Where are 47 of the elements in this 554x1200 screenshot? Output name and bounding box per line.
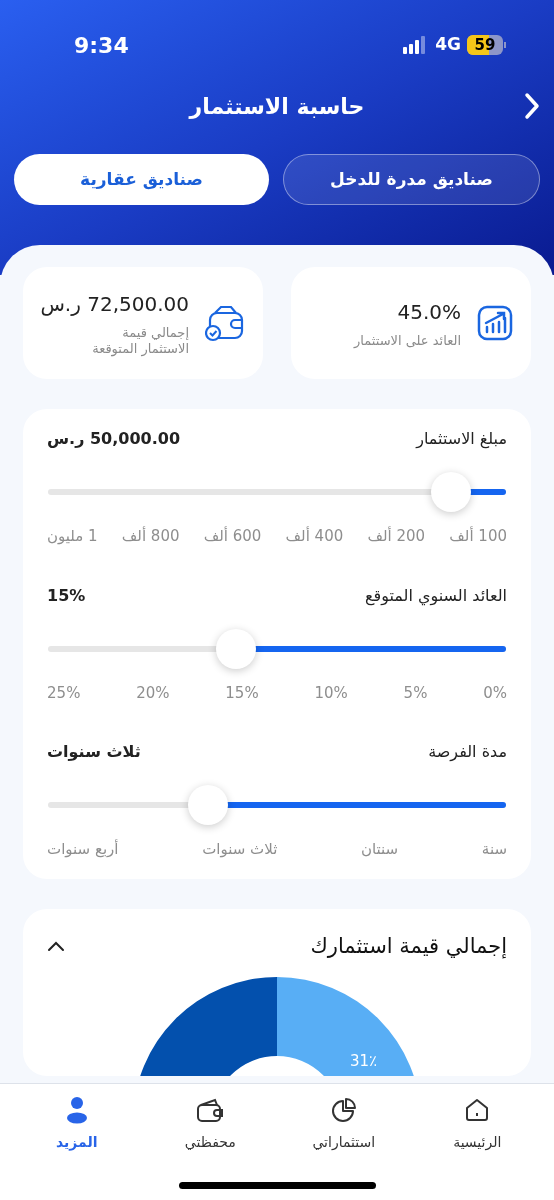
network-label: 4G <box>435 33 461 57</box>
tick-label: 100 ألف <box>449 525 507 547</box>
status-time: 9:34 <box>74 31 129 60</box>
wallet-check-icon <box>205 304 245 342</box>
tick-label: أربع سنوات <box>47 838 119 860</box>
slider-thumb[interactable] <box>431 472 472 512</box>
tick-label: 25% <box>47 682 81 704</box>
tick-label: ثلاث سنوات <box>202 839 278 860</box>
pie-chart-icon <box>330 1097 357 1123</box>
stat-value: 45.0% <box>396 299 461 326</box>
slider-value: 15% <box>47 584 86 607</box>
nav-tab[interactable]: محفظتي <box>155 1096 266 1153</box>
screen-title: حاسبة الاستثمار <box>189 92 365 121</box>
tab[interactable]: صناديق مدرة للدخل <box>283 154 540 205</box>
slider-label: مدة الفرصة <box>428 741 507 764</box>
tick-label: 600 ألف <box>203 525 262 547</box>
tick-label: 200 ألف <box>367 525 426 547</box>
slider-value: ثلاث سنوات <box>47 741 141 763</box>
slider-label: العائد السنوي المتوقع <box>365 584 507 608</box>
slider-thumb[interactable] <box>188 785 229 825</box>
tick-label: 15% <box>225 682 259 704</box>
stat-label: العائد على الاستثمار <box>354 333 461 349</box>
slider-value: 50,000.00 ر.س <box>47 428 181 450</box>
stat-label: إجمالي قيمة الاستثمار المتوقعة <box>91 325 189 357</box>
tick-label: 800 ألف <box>121 525 180 547</box>
tick-label: 5% <box>403 682 428 704</box>
slice-label: 31٪ <box>350 1051 378 1072</box>
chevron-up-icon[interactable] <box>47 940 65 953</box>
nav-tab[interactable]: المزيد <box>21 1096 132 1153</box>
nav-tab[interactable]: الرئيسية <box>422 1096 533 1153</box>
tick-label: سنة <box>481 839 507 860</box>
card-title: إجمالي قيمة استثمارك <box>310 932 507 961</box>
nav-tab[interactable]: استثماراتي <box>288 1096 399 1153</box>
tick-label: 0% <box>483 682 507 704</box>
home-icon <box>464 1097 491 1123</box>
slider-label: مبلغ الاستثمار <box>416 428 507 451</box>
stat-value: 72,500.00 ر.س <box>40 291 189 318</box>
tick-label: سنتان <box>361 839 399 860</box>
tick-label: 400 ألف <box>285 525 344 547</box>
tick-label: 1 مليون <box>47 526 98 547</box>
tick-label: 10% <box>314 682 348 704</box>
growth-chart-icon <box>477 305 513 341</box>
tick-label: 20% <box>136 682 170 704</box>
slider-thumb[interactable] <box>215 628 256 669</box>
wallet-icon <box>196 1097 225 1123</box>
back-icon[interactable] <box>524 92 540 120</box>
tab[interactable]: صناديق عقارية <box>14 154 269 205</box>
